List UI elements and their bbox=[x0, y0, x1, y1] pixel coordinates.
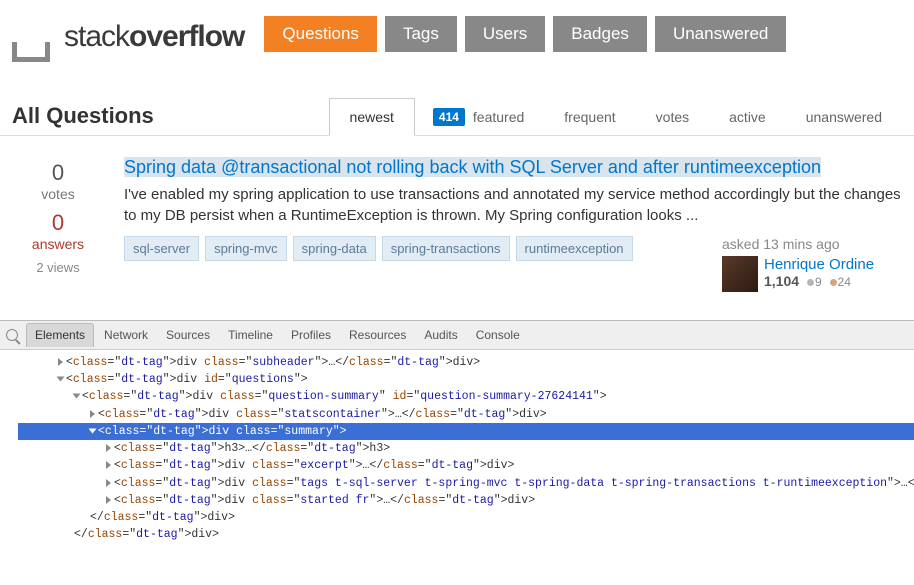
nav-unanswered[interactable]: Unanswered bbox=[655, 16, 786, 52]
tag[interactable]: spring-data bbox=[293, 236, 376, 261]
bronze-badge-count: 24 bbox=[838, 275, 851, 289]
question-title-link[interactable]: Spring data @transactional not rolling b… bbox=[124, 161, 821, 176]
dom-node[interactable]: <class="dt-tag">div class="tags t-sql-se… bbox=[18, 475, 914, 492]
answer-count: 0 bbox=[12, 210, 104, 236]
nav-tags[interactable]: Tags bbox=[385, 16, 457, 52]
devtools-panel: Elements Network Sources Timeline Profil… bbox=[0, 320, 914, 552]
nav-users[interactable]: Users bbox=[465, 16, 545, 52]
asker-info: asked 13 mins ago Henrique Ordine 1,104 … bbox=[722, 236, 902, 292]
silver-badge-count: 9 bbox=[815, 275, 822, 289]
user-link[interactable]: Henrique Ordine bbox=[764, 256, 874, 273]
search-icon[interactable] bbox=[6, 329, 18, 341]
dom-node[interactable]: <class="dt-tag">div class="excerpt">…</c… bbox=[18, 457, 914, 474]
question-excerpt: I've enabled my spring application to us… bbox=[124, 185, 902, 226]
tag[interactable]: runtimeexception bbox=[516, 236, 633, 261]
dom-node[interactable]: <class="dt-tag">div id="questions"> bbox=[18, 371, 914, 388]
view-count: 2 views bbox=[12, 260, 104, 275]
devtools-tab-timeline[interactable]: Timeline bbox=[220, 324, 281, 346]
sort-tabs: newest 414 featured frequent votes activ… bbox=[329, 98, 902, 135]
dom-node[interactable]: <class="dt-tag">h3>…</class="dt-tag">h3> bbox=[18, 440, 914, 457]
dom-node[interactable]: <class="dt-tag">div class="subheader">…<… bbox=[18, 354, 914, 371]
logo-text: stackoverflow bbox=[64, 20, 244, 62]
devtools-tab-console[interactable]: Console bbox=[468, 324, 528, 346]
reputation: 1,104 bbox=[764, 273, 799, 289]
question-title: Spring data @transactional not rolling b… bbox=[124, 157, 821, 177]
vote-label: votes bbox=[12, 186, 104, 202]
question-content: Spring data @transactional not rolling b… bbox=[124, 156, 902, 292]
answer-label: answers bbox=[12, 236, 104, 252]
tab-active[interactable]: active bbox=[709, 99, 786, 135]
devtools-tab-audits[interactable]: Audits bbox=[416, 324, 465, 346]
devtools-tab-network[interactable]: Network bbox=[96, 324, 156, 346]
vote-count: 0 bbox=[12, 160, 104, 186]
question-summary: 0 votes 0 answers 2 views Spring data @t… bbox=[12, 146, 902, 302]
tab-unanswered[interactable]: unanswered bbox=[786, 99, 902, 135]
site-logo[interactable]: stackoverflow bbox=[12, 6, 244, 62]
dom-node[interactable]: <class="dt-tag">div class="started fr">…… bbox=[18, 492, 914, 509]
devtools-tab-profiles[interactable]: Profiles bbox=[283, 324, 339, 346]
tag[interactable]: spring-transactions bbox=[382, 236, 510, 261]
featured-count-badge: 414 bbox=[433, 108, 465, 126]
dom-node-selected[interactable]: <class="dt-tag">div class="summary"> bbox=[18, 423, 914, 440]
logo-icon bbox=[12, 6, 60, 62]
silver-badge-icon bbox=[807, 279, 814, 286]
bronze-badge-icon bbox=[830, 279, 837, 286]
nav-badges[interactable]: Badges bbox=[553, 16, 647, 52]
asked-time: asked 13 mins ago bbox=[722, 236, 902, 252]
subheader: All Questions newest 414 featured freque… bbox=[0, 62, 914, 136]
question-list: 0 votes 0 answers 2 views Spring data @t… bbox=[0, 136, 914, 312]
dom-node[interactable]: <class="dt-tag">div class="statscontaine… bbox=[18, 406, 914, 423]
dom-tree[interactable]: <class="dt-tag">div class="subheader">…<… bbox=[0, 350, 914, 552]
devtools-tabs: Elements Network Sources Timeline Profil… bbox=[0, 321, 914, 350]
tab-featured[interactable]: featured bbox=[469, 99, 544, 135]
stats-container: 0 votes 0 answers 2 views bbox=[12, 156, 104, 292]
dom-node: </class="dt-tag">div> bbox=[18, 526, 914, 543]
tab-newest[interactable]: newest bbox=[329, 98, 415, 136]
devtools-tab-elements[interactable]: Elements bbox=[26, 323, 94, 347]
tag[interactable]: spring-mvc bbox=[205, 236, 287, 261]
tag-list: sql-server spring-mvc spring-data spring… bbox=[124, 236, 633, 261]
devtools-tab-sources[interactable]: Sources bbox=[158, 324, 218, 346]
nav-questions[interactable]: Questions bbox=[264, 16, 377, 52]
tag[interactable]: sql-server bbox=[124, 236, 199, 261]
tab-votes[interactable]: votes bbox=[636, 99, 709, 135]
page-title: All Questions bbox=[12, 103, 154, 135]
devtools-tab-resources[interactable]: Resources bbox=[341, 324, 414, 346]
tab-frequent[interactable]: frequent bbox=[544, 99, 635, 135]
avatar[interactable] bbox=[722, 256, 758, 292]
site-header: stackoverflow Questions Tags Users Badge… bbox=[0, 0, 914, 62]
dom-node[interactable]: <class="dt-tag">div class="question-summ… bbox=[18, 388, 914, 405]
dom-node: </class="dt-tag">div> bbox=[18, 509, 914, 526]
primary-nav: Questions Tags Users Badges Unanswered bbox=[264, 16, 786, 62]
